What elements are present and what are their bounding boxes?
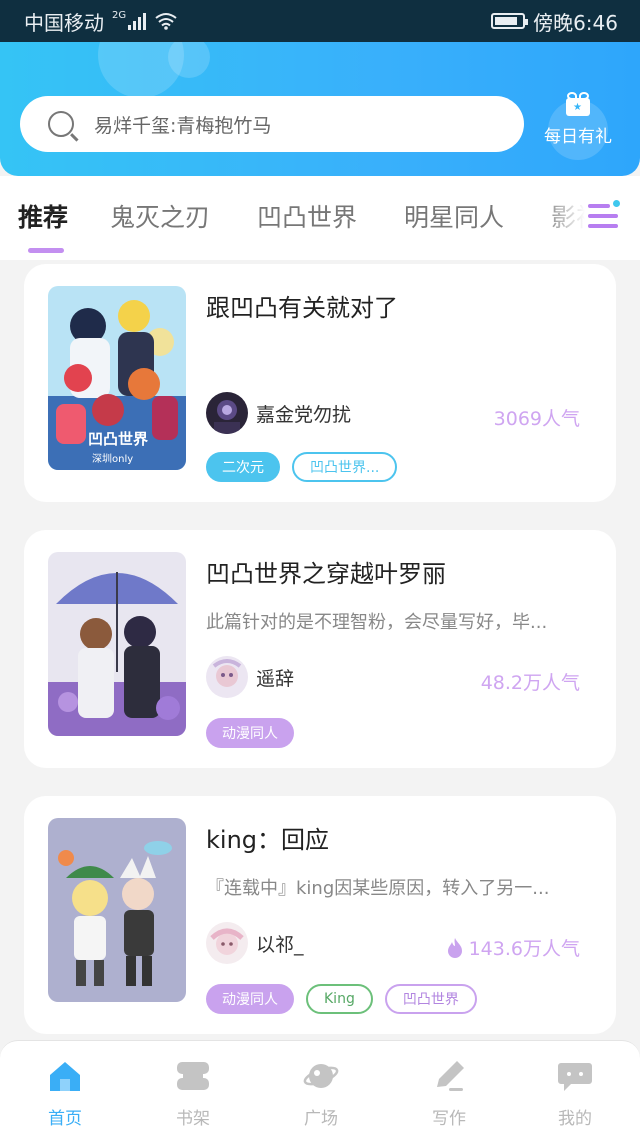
chat-bubble-icon bbox=[558, 1063, 592, 1091]
author-name: 嘉金党勿扰 bbox=[256, 403, 352, 426]
nav-plaza[interactable]: 广场 bbox=[281, 1059, 361, 1129]
tag-king[interactable]: King bbox=[306, 984, 373, 1014]
nav-bookshelf-label: 书架 bbox=[176, 1109, 210, 1129]
decor-bubble bbox=[168, 42, 210, 78]
planet-icon bbox=[303, 1064, 339, 1088]
nav-bookshelf[interactable]: 书架 bbox=[153, 1059, 233, 1129]
category-tabs: 推荐 鬼灭之刃 凹凸世界 明星同人 影视 bbox=[0, 176, 640, 260]
active-tab-indicator bbox=[28, 248, 64, 253]
tag-anime-fanfic[interactable]: 动漫同人 bbox=[206, 984, 294, 1014]
author-avatar bbox=[206, 656, 248, 698]
story-cover[interactable] bbox=[48, 818, 186, 1002]
story-author[interactable]: 嘉金党勿扰 bbox=[206, 392, 351, 434]
popularity-count: 3069人气 bbox=[493, 408, 580, 430]
nav-plaza-label: 广场 bbox=[304, 1109, 338, 1129]
nav-write-label: 写作 bbox=[432, 1109, 466, 1129]
battery-icon bbox=[491, 13, 529, 29]
bookshelf-icon bbox=[177, 1062, 209, 1090]
story-card[interactable]: 凹凸世界之穿越叶罗丽 此篇针对的是不理智粉，会尽量写好，毕... 遥辞 48.2… bbox=[24, 530, 616, 768]
home-icon bbox=[50, 1062, 80, 1091]
network-type: 2G bbox=[112, 9, 127, 21]
search-icon bbox=[48, 111, 74, 137]
author-avatar bbox=[206, 392, 248, 434]
author-avatar bbox=[206, 922, 248, 964]
cover-title-text: 凹凸世界 bbox=[88, 430, 148, 448]
signal-icon bbox=[128, 12, 147, 30]
nav-me[interactable]: 我的 bbox=[535, 1059, 615, 1129]
popularity-count: 48.2万人气 bbox=[480, 672, 580, 694]
story-cover[interactable]: 凹凸世界 深圳only bbox=[48, 286, 186, 470]
story-title[interactable]: 凹凸世界之穿越叶罗丽 bbox=[206, 554, 446, 589]
search-placeholder: 易烊千玺:青梅抱竹马 bbox=[94, 114, 272, 137]
story-tags: 动漫同人 bbox=[206, 718, 294, 748]
popularity-count: 143.6万人气 bbox=[447, 934, 580, 961]
story-tags: 动漫同人 King 凹凸世界 bbox=[206, 984, 477, 1014]
nav-write[interactable]: 写作 bbox=[409, 1059, 489, 1129]
author-name: 遥辞 bbox=[256, 667, 295, 690]
search-bar[interactable]: 易烊千玺:青梅抱竹马 bbox=[20, 96, 524, 152]
tag-aotu-world[interactable]: 凹凸世界 bbox=[384, 984, 477, 1014]
story-card[interactable]: 凹凸世界 深圳only 跟凹凸有关就对了 嘉金党勿扰 3069人气 二次元 凹凸… bbox=[24, 264, 616, 502]
nav-home[interactable]: 首页 bbox=[25, 1059, 105, 1129]
pen-icon bbox=[437, 1061, 464, 1091]
story-card[interactable]: king：回应 『连载中』king因某些原因，转入了另一... 以祁_ 143.… bbox=[24, 796, 616, 1034]
gift-icon: ★ bbox=[565, 92, 591, 116]
status-bar: 中国移动 2G 傍晚6:46 bbox=[0, 0, 640, 42]
nav-home-label: 首页 bbox=[48, 1109, 82, 1129]
nav-me-label: 我的 bbox=[558, 1109, 592, 1129]
story-author[interactable]: 以祁_ bbox=[206, 922, 304, 964]
cover-subtitle-text: 深圳only bbox=[92, 453, 133, 465]
menu-icon[interactable] bbox=[588, 200, 620, 232]
header: 易烊千玺:青梅抱竹马 ★ 每日有礼 bbox=[0, 42, 640, 176]
daily-gift-button[interactable]: ★ 每日有礼 bbox=[542, 92, 614, 147]
tab-aotu-world[interactable]: 凹凸世界 bbox=[257, 198, 357, 234]
story-description: 『连载中』king因某些原因，转入了另一... bbox=[206, 878, 550, 899]
story-cover[interactable] bbox=[48, 552, 186, 736]
story-author[interactable]: 遥辞 bbox=[206, 656, 294, 698]
fire-icon bbox=[447, 937, 462, 958]
carrier-name: 中国移动 bbox=[24, 10, 104, 35]
tag-aotu-world[interactable]: 凹凸世界... bbox=[292, 452, 398, 482]
story-title[interactable]: king：回应 bbox=[206, 820, 329, 855]
tab-demon-slayer[interactable]: 鬼灭之刃 bbox=[110, 198, 210, 234]
author-name: 以祁_ bbox=[256, 933, 304, 956]
wifi-icon bbox=[155, 13, 177, 30]
daily-gift-label: 每日有礼 bbox=[544, 127, 612, 147]
story-description: 此篇针对的是不理智粉，会尽量写好，毕... bbox=[206, 612, 548, 633]
tag-anime[interactable]: 二次元 bbox=[206, 452, 280, 482]
story-title[interactable]: 跟凹凸有关就对了 bbox=[206, 288, 398, 323]
story-tags: 二次元 凹凸世界... bbox=[206, 452, 398, 482]
tab-recommend[interactable]: 推荐 bbox=[18, 198, 68, 234]
tab-celebrity-fanfic[interactable]: 明星同人 bbox=[404, 198, 504, 234]
tag-anime-fanfic[interactable]: 动漫同人 bbox=[206, 718, 294, 748]
bottom-nav: 首页 书架 广场 写作 我的 bbox=[0, 1040, 640, 1138]
clock: 傍晚6:46 bbox=[533, 10, 618, 35]
